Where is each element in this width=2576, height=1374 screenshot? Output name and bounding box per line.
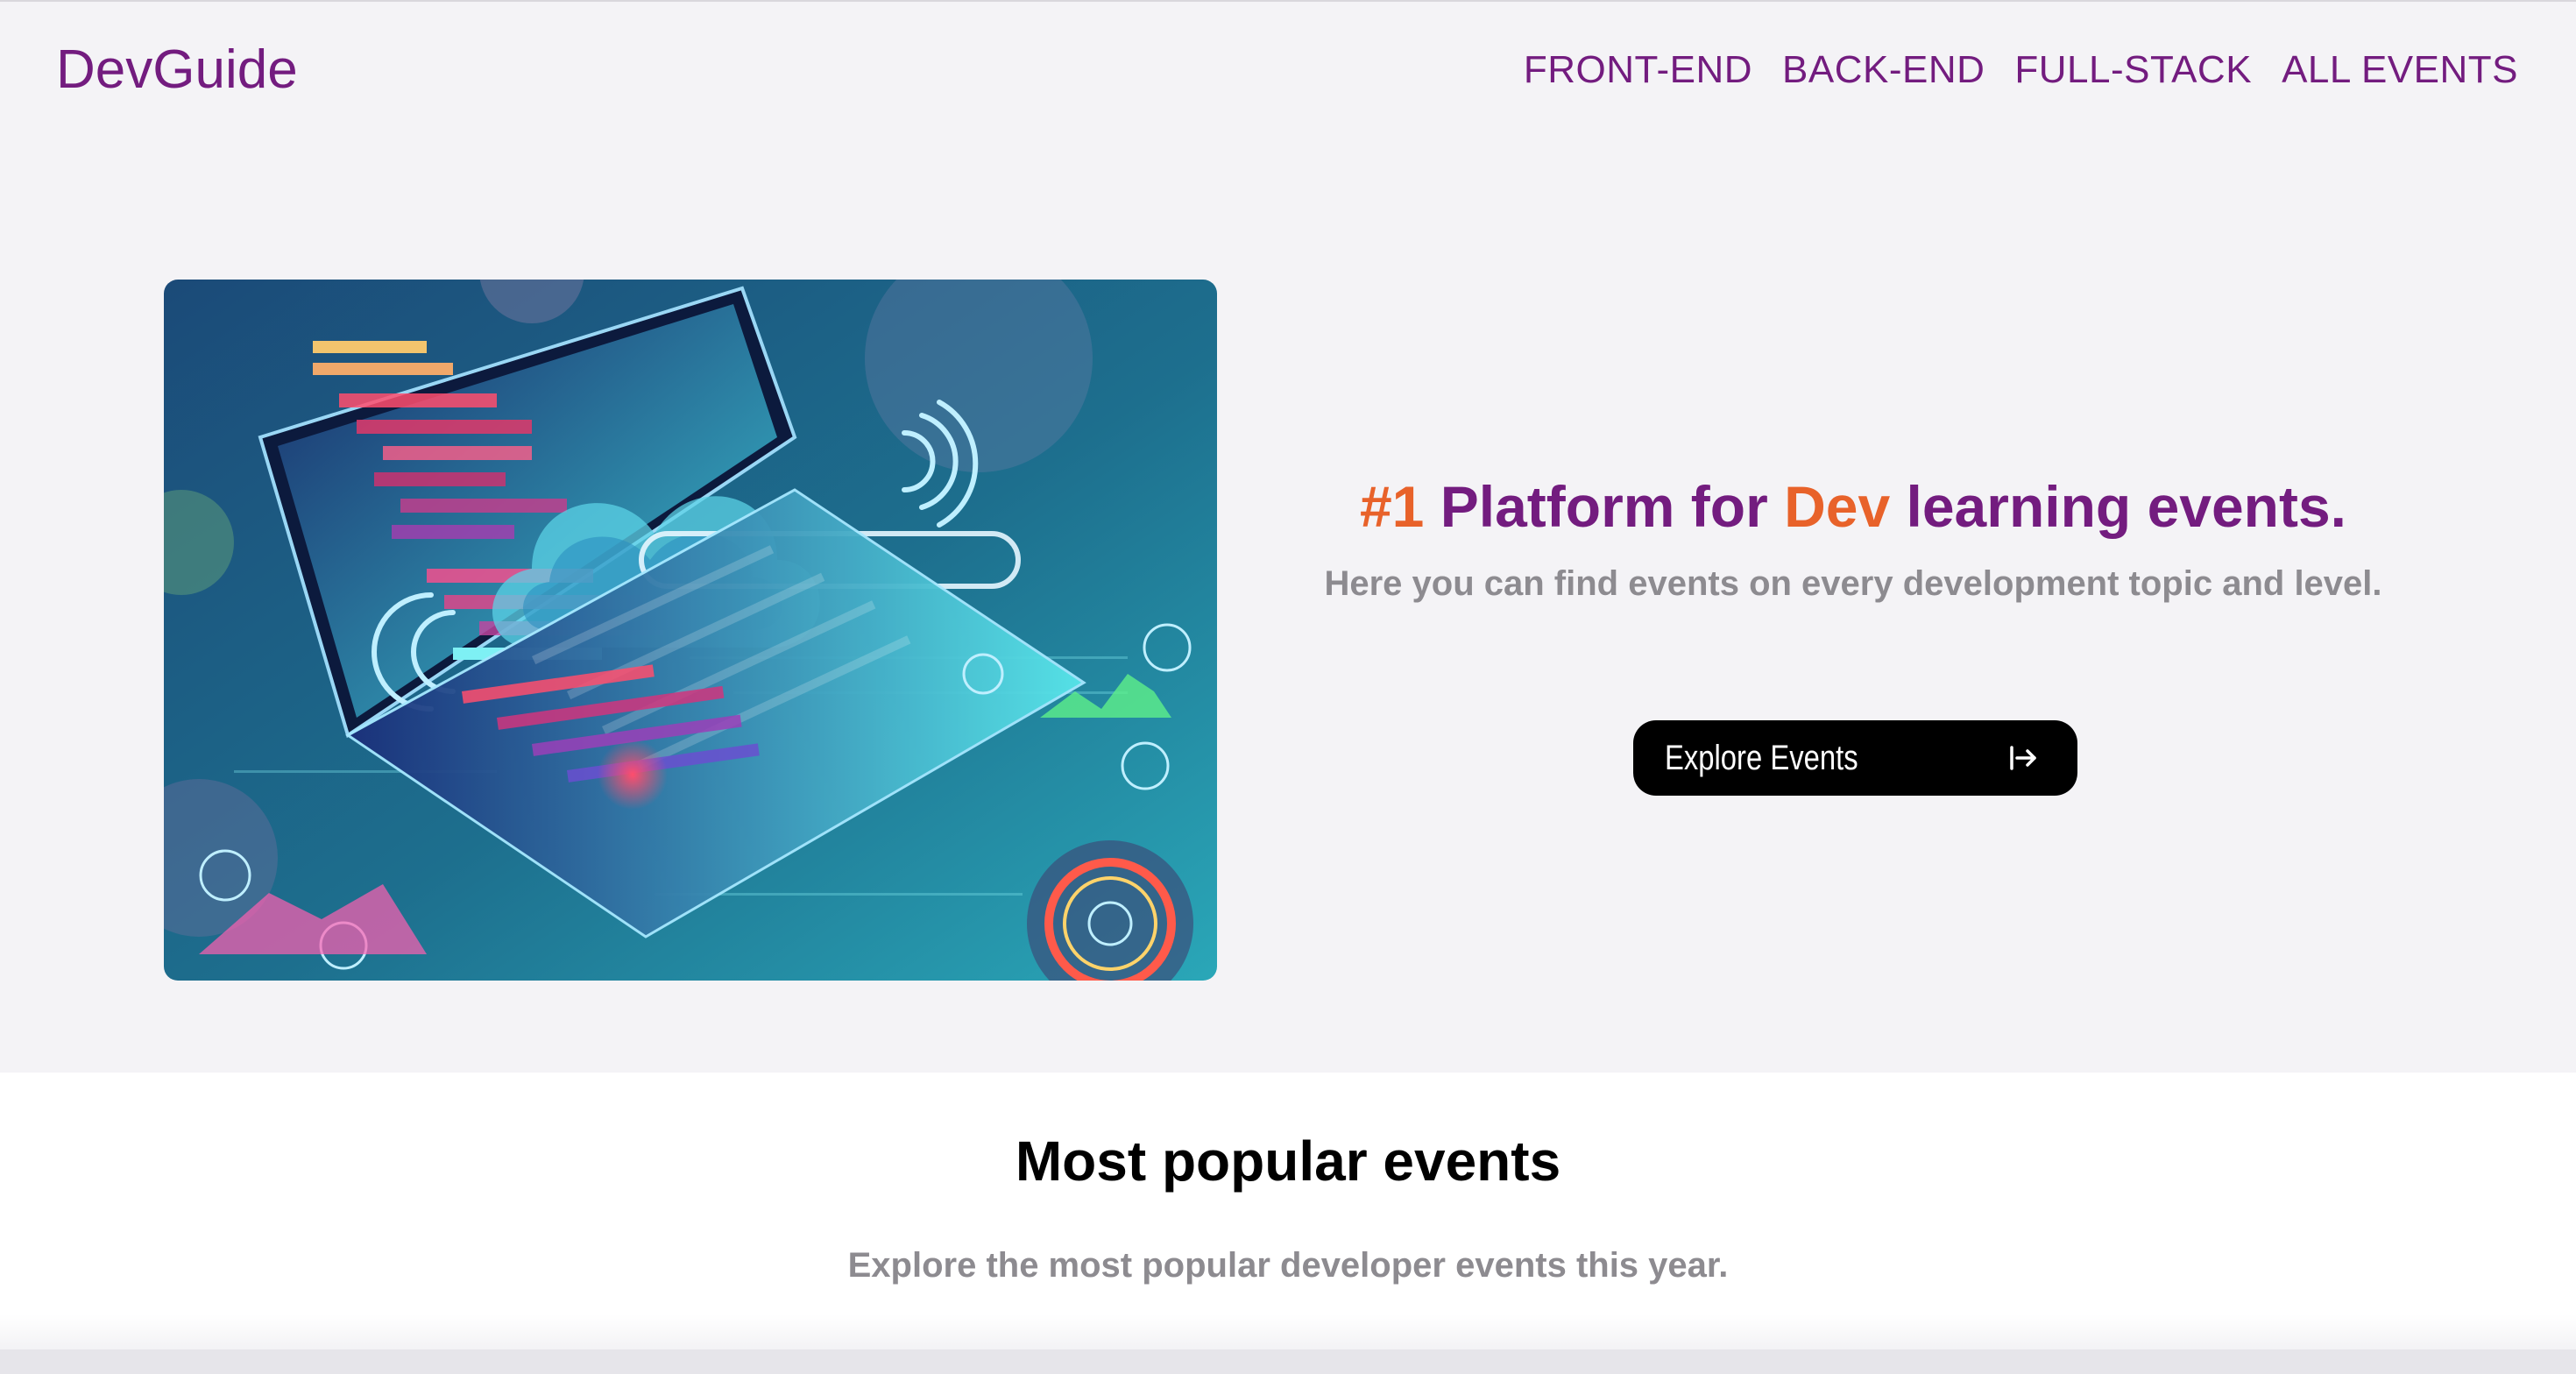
hero-headline: #1 Platform for Dev learning events. <box>1227 456 2480 557</box>
popular-events-subtitle: Explore the most popular developer event… <box>847 1246 1729 1285</box>
top-divider <box>0 0 2576 2</box>
main-nav: FRONT-END BACK-END FULL-STACK ALL EVENTS <box>1524 44 2518 96</box>
hero-subtitle: Here you can find events on every develo… <box>1324 564 2382 603</box>
explore-events-button[interactable]: Explore Events <box>1633 720 2077 796</box>
popular-events-title: Most popular events <box>1015 1130 1561 1193</box>
headline-tail: learning events. <box>1890 474 2347 539</box>
nav-link-front-end[interactable]: FRONT-END <box>1524 44 1752 96</box>
headline-rank: #1 <box>1359 474 1425 539</box>
next-section-edge <box>0 1349 2576 1374</box>
laptop-cloud-illustration <box>164 280 1217 981</box>
headline-text: Platform for <box>1424 474 1785 539</box>
arrow-right-to-line-icon <box>2010 746 2036 770</box>
nav-link-full-stack[interactable]: FULL-STACK <box>2014 44 2252 96</box>
hero-text: #1 Platform for Dev learning events. Her… <box>1227 456 2480 610</box>
hero-illustration <box>164 280 1217 981</box>
page: DevGuide FRONT-END BACK-END FULL-STACK A… <box>0 0 2576 1374</box>
nav-link-all-events[interactable]: ALL EVENTS <box>2282 44 2518 96</box>
nav-link-back-end[interactable]: BACK-END <box>1782 44 1985 96</box>
logo-link[interactable]: DevGuide <box>56 39 298 102</box>
explore-events-label: Explore Events <box>1665 738 1858 777</box>
headline-dev: Dev <box>1784 474 1891 539</box>
